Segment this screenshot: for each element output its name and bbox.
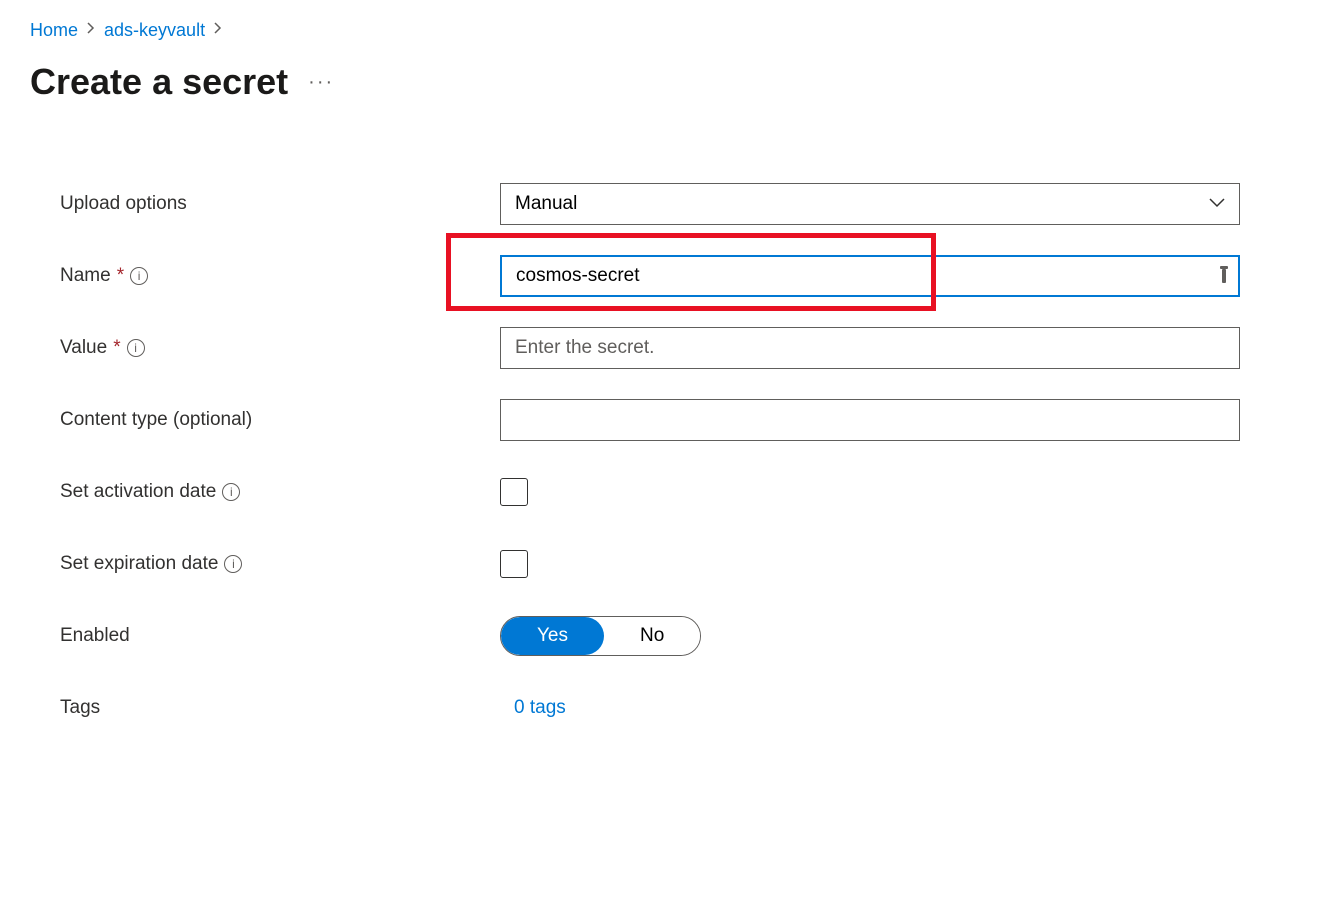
expiration-date-label: Set expiration date i xyxy=(60,553,500,575)
upload-options-select[interactable] xyxy=(500,183,1240,225)
activation-date-checkbox[interactable] xyxy=(500,478,528,506)
name-row: Name * i xyxy=(60,255,1240,297)
content-type-input[interactable] xyxy=(500,399,1240,441)
required-indicator: * xyxy=(113,337,120,359)
tags-label: Tags xyxy=(60,697,500,719)
enabled-control: Yes No xyxy=(500,616,1240,656)
page-title-row: Create a secret ··· xyxy=(30,61,1288,103)
form-area: Upload options Name * i Value * i xyxy=(30,183,1240,729)
info-icon[interactable]: i xyxy=(222,483,240,501)
content-type-row: Content type (optional) xyxy=(60,399,1240,441)
enabled-label: Enabled xyxy=(60,625,500,647)
content-type-control xyxy=(500,399,1240,441)
upload-options-control xyxy=(500,183,1240,225)
enabled-yes-button[interactable]: Yes xyxy=(501,617,604,655)
activation-date-row: Set activation date i xyxy=(60,471,1240,513)
breadcrumb: Home ads-keyvault xyxy=(30,20,1288,41)
tags-row: Tags 0 tags xyxy=(60,687,1240,729)
value-input[interactable] xyxy=(500,327,1240,369)
upload-options-label: Upload options xyxy=(60,193,500,215)
value-row: Value * i xyxy=(60,327,1240,369)
tags-control: 0 tags xyxy=(500,697,1240,719)
page-title: Create a secret xyxy=(30,61,288,103)
activation-date-label: Set activation date i xyxy=(60,481,500,503)
chevron-right-icon xyxy=(213,21,223,40)
more-icon[interactable]: ··· xyxy=(308,71,334,94)
tags-link[interactable]: 0 tags xyxy=(500,697,566,718)
chevron-right-icon xyxy=(86,21,96,40)
expiration-date-control xyxy=(500,550,1240,578)
text-cursor-icon xyxy=(1222,269,1226,283)
expiration-date-checkbox[interactable] xyxy=(500,550,528,578)
required-indicator: * xyxy=(117,265,124,287)
value-label: Value * i xyxy=(60,337,500,359)
activation-date-control xyxy=(500,478,1240,506)
expiration-date-row: Set expiration date i xyxy=(60,543,1240,585)
name-input[interactable] xyxy=(500,255,1240,297)
enabled-no-button[interactable]: No xyxy=(604,617,700,655)
breadcrumb-keyvault-link[interactable]: ads-keyvault xyxy=(104,20,205,41)
enabled-toggle: Yes No xyxy=(500,616,701,656)
upload-options-row: Upload options xyxy=(60,183,1240,225)
content-type-label: Content type (optional) xyxy=(60,409,500,431)
value-control xyxy=(500,327,1240,369)
breadcrumb-home-link[interactable]: Home xyxy=(30,20,78,41)
enabled-row: Enabled Yes No xyxy=(60,615,1240,657)
name-label: Name * i xyxy=(60,265,500,287)
name-control xyxy=(500,255,1240,297)
info-icon[interactable]: i xyxy=(130,267,148,285)
info-icon[interactable]: i xyxy=(224,555,242,573)
info-icon[interactable]: i xyxy=(127,339,145,357)
